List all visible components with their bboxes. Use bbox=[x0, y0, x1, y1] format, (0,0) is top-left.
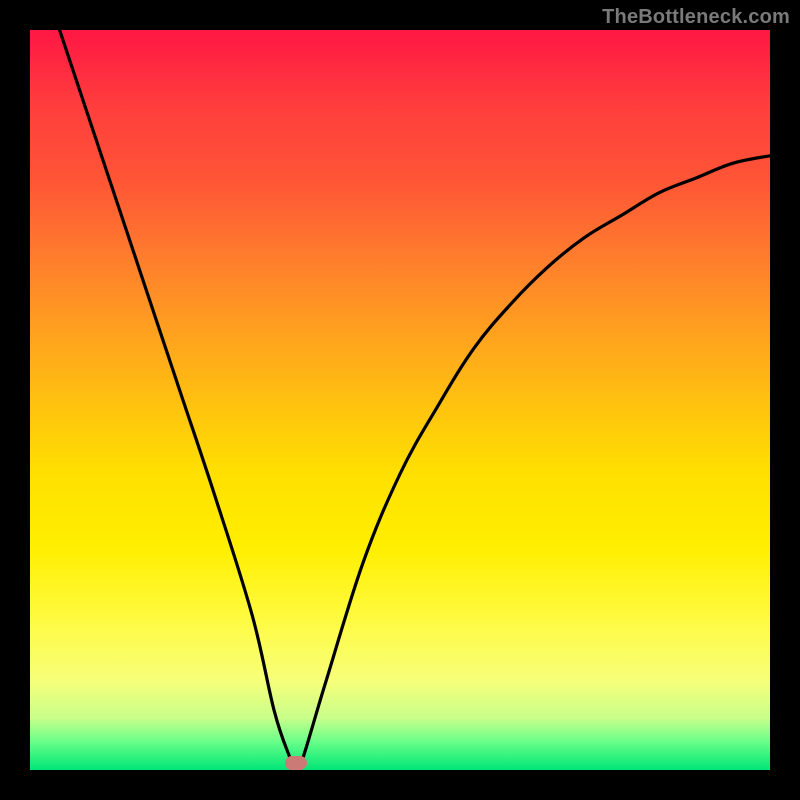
plot-area bbox=[30, 30, 770, 770]
curve-svg bbox=[30, 30, 770, 770]
optimal-marker bbox=[285, 756, 307, 770]
chart-frame: TheBottleneck.com bbox=[0, 0, 800, 800]
bottleneck-curve bbox=[60, 30, 770, 770]
watermark-text: TheBottleneck.com bbox=[602, 6, 790, 29]
